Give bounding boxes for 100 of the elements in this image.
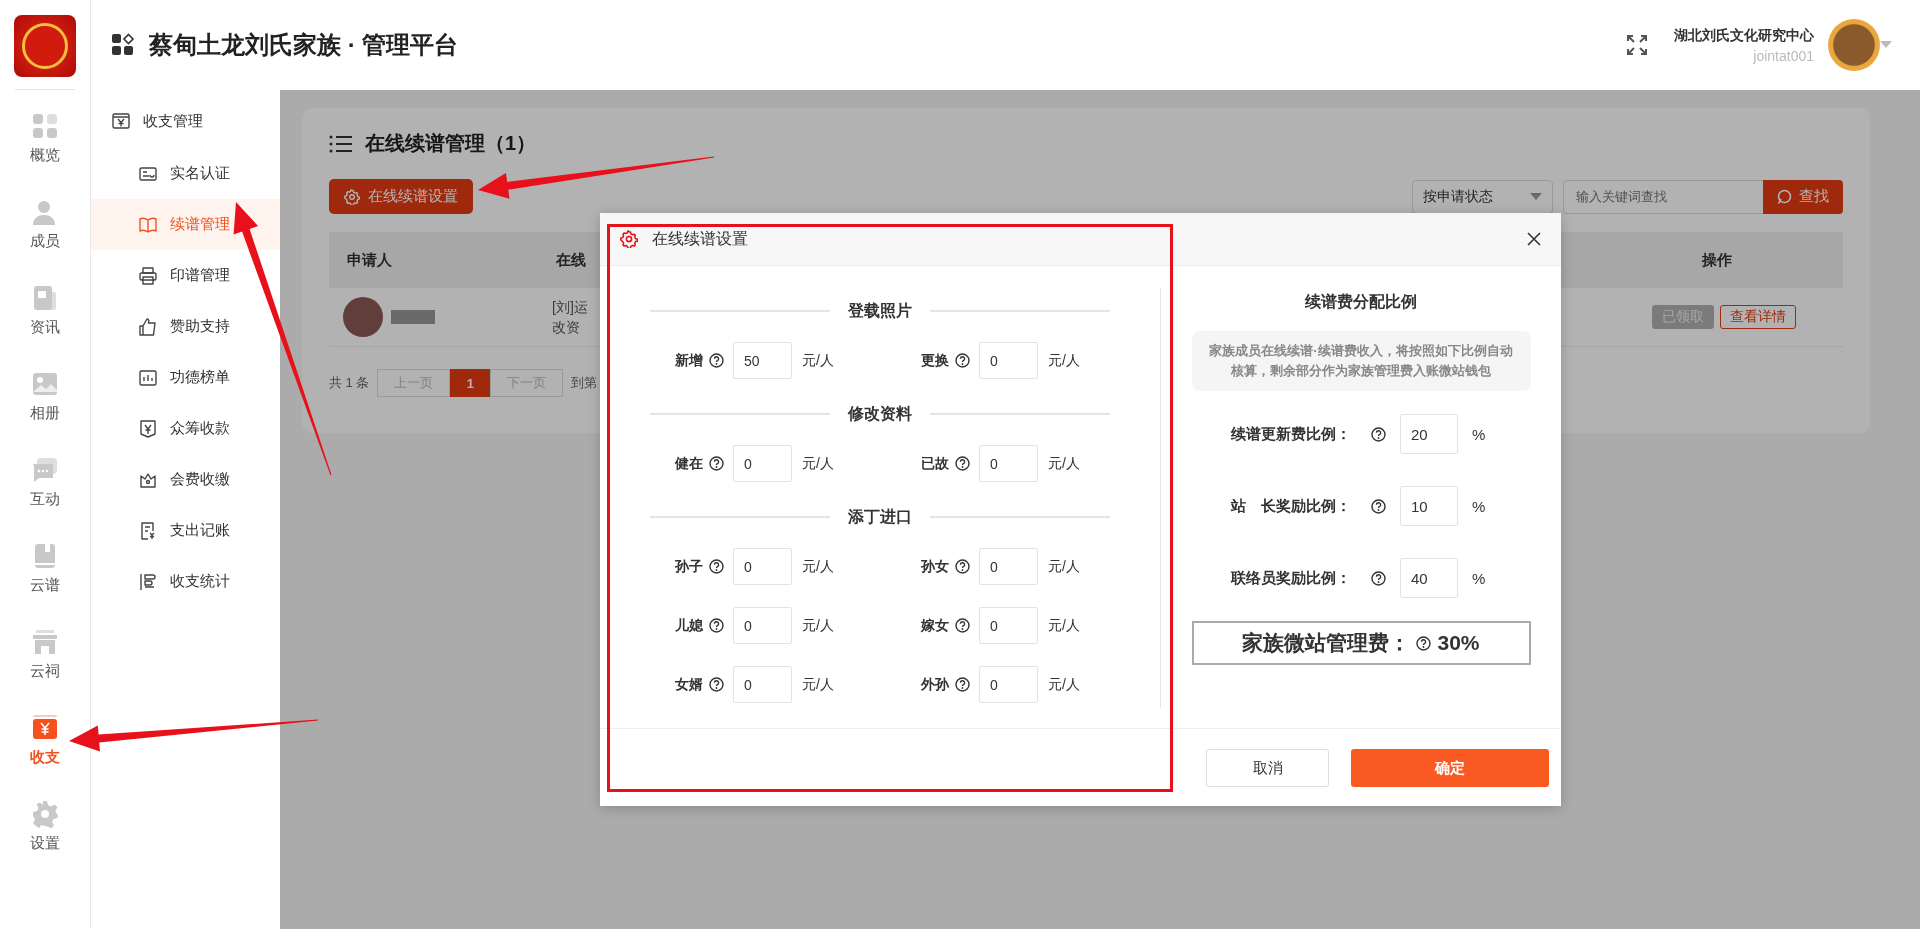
unit-label: 元/人 bbox=[802, 351, 834, 370]
column-header: 操作 bbox=[1592, 232, 1843, 288]
nav-item[interactable]: 资讯 bbox=[30, 282, 60, 368]
ratio-field[interactable]: 10 bbox=[1400, 486, 1458, 526]
wallet-icon bbox=[111, 111, 131, 131]
help-icon bbox=[955, 618, 970, 633]
help-icon bbox=[709, 618, 724, 633]
field-label: 更换 bbox=[921, 351, 949, 370]
menu-item[interactable]: 实名认证 bbox=[91, 148, 280, 199]
page-number[interactable]: 1 bbox=[450, 369, 491, 397]
settings-button[interactable]: 在线续谱设置 bbox=[329, 179, 473, 214]
help-icon bbox=[709, 353, 724, 368]
app-title: 蔡甸土龙刘氏家族 · 管理平台 bbox=[149, 30, 459, 60]
nav-item[interactable]: 云谱 bbox=[30, 540, 60, 626]
search-button[interactable]: 查找 bbox=[1763, 179, 1843, 214]
column-header: 申请人 bbox=[329, 232, 538, 288]
nav-item[interactable]: 云祠 bbox=[30, 626, 60, 712]
help-icon bbox=[1371, 426, 1386, 442]
amount-field[interactable]: 0 bbox=[733, 548, 792, 585]
list-icon bbox=[138, 571, 158, 592]
menu-item[interactable]: 支出记账 bbox=[91, 505, 280, 556]
document-icon bbox=[31, 284, 59, 312]
help-icon bbox=[709, 559, 724, 574]
amount-field[interactable]: 0 bbox=[979, 445, 1038, 482]
help-icon bbox=[709, 456, 724, 471]
amount-field[interactable]: 0 bbox=[733, 445, 792, 482]
chat-icon bbox=[31, 456, 59, 484]
info-note: 家族成员在线续谱·续谱费收入，将按照如下比例自动核算，剩余部分作为家族管理费入账微站钱包 bbox=[1191, 331, 1531, 391]
field-label: 外孙 bbox=[921, 675, 949, 694]
apps-icon bbox=[111, 33, 135, 57]
amount-field[interactable]: 0 bbox=[733, 607, 792, 644]
amount-field[interactable]: 0 bbox=[979, 666, 1038, 703]
nav-item[interactable]: 相册 bbox=[30, 368, 60, 454]
total-value: 30% bbox=[1437, 631, 1480, 655]
thumbs-up-icon bbox=[138, 316, 158, 337]
image-icon bbox=[31, 370, 59, 398]
cancel-button[interactable]: 取消 bbox=[1206, 749, 1329, 787]
action-button[interactable]: 查看详情 bbox=[1720, 305, 1796, 329]
page-title: 在线续谱管理（1） bbox=[365, 131, 537, 156]
ratio-field[interactable]: 40 bbox=[1400, 558, 1458, 598]
nav-item[interactable]: 互动 bbox=[30, 454, 60, 540]
unit-label: % bbox=[1472, 425, 1486, 443]
fullscreen-icon[interactable] bbox=[1626, 34, 1648, 56]
photo-placeholder bbox=[343, 297, 383, 337]
unit-label: 元/人 bbox=[1048, 454, 1080, 473]
grid-icon bbox=[31, 112, 59, 140]
field-label: 联络员奖励比例： bbox=[1231, 568, 1352, 588]
menu-group-label: 收支管理 bbox=[143, 111, 203, 131]
unit-label: 元/人 bbox=[802, 616, 834, 635]
ratio-field[interactable]: 20 bbox=[1400, 414, 1458, 454]
help-icon bbox=[1371, 498, 1386, 514]
list-icon bbox=[329, 133, 353, 154]
nav-item[interactable]: 概览 bbox=[30, 110, 60, 196]
org-name: 湖北刘氏文化研究中心 bbox=[1674, 26, 1814, 45]
yen-icon bbox=[31, 714, 59, 742]
help-icon bbox=[709, 677, 724, 692]
unit-label: 元/人 bbox=[1048, 675, 1080, 694]
gear-icon bbox=[344, 188, 360, 205]
field-label: 儿媳 bbox=[675, 616, 703, 635]
menu-item[interactable]: 赞助支持 bbox=[91, 301, 280, 352]
unit-label: % bbox=[1472, 497, 1486, 515]
search-field[interactable]: 输入关键词查找 bbox=[1563, 179, 1763, 214]
logo-image bbox=[14, 15, 76, 77]
menu-item[interactable]: 会费收缴 bbox=[91, 454, 280, 505]
unit-label: 元/人 bbox=[1048, 557, 1080, 576]
amount-field[interactable]: 0 bbox=[979, 342, 1038, 379]
unit-label: 元/人 bbox=[802, 675, 834, 694]
field-label: 续谱更新费比例： bbox=[1231, 424, 1352, 444]
bar-chart-icon bbox=[138, 367, 158, 388]
user-name: jointat001 bbox=[1753, 47, 1814, 64]
amount-field[interactable]: 0 bbox=[979, 548, 1038, 585]
field-label: 孙女 bbox=[921, 557, 949, 576]
avatar-image[interactable] bbox=[1828, 19, 1880, 71]
amount-field[interactable]: 0 bbox=[979, 607, 1038, 644]
section-heading: 修改资料 bbox=[848, 403, 912, 424]
field-label: 嫁女 bbox=[921, 616, 949, 635]
menu-item[interactable]: 印谱管理 bbox=[91, 250, 280, 301]
total-count: 共 1 条 bbox=[329, 374, 370, 392]
section-heading: 登载照片 bbox=[848, 300, 912, 321]
nav-item[interactable]: 成员 bbox=[30, 196, 60, 282]
menu-item[interactable]: 收支统计 bbox=[91, 556, 280, 607]
nav-item[interactable]: 设置 bbox=[30, 798, 60, 884]
amount-field[interactable]: 0 bbox=[733, 666, 792, 703]
amount-field[interactable]: 50 bbox=[733, 342, 792, 379]
field-label: 新增 bbox=[675, 351, 703, 370]
field-label: 站 长奖励比例： bbox=[1231, 496, 1352, 516]
table-cell-text: [刘]运 改资 bbox=[552, 298, 588, 337]
search-icon bbox=[1777, 188, 1793, 205]
unit-label: 元/人 bbox=[1048, 616, 1080, 635]
help-icon bbox=[955, 353, 970, 368]
blurred-name bbox=[391, 310, 435, 324]
total-label: 家族微站管理费： bbox=[1242, 630, 1411, 656]
menu-item[interactable]: 功德榜单 bbox=[91, 352, 280, 403]
close-button[interactable] bbox=[1527, 232, 1541, 246]
menu-item[interactable]: 众筹收款 bbox=[91, 403, 280, 454]
yen-shield-icon bbox=[138, 418, 158, 439]
field-label: 健在 bbox=[675, 454, 703, 473]
gear-icon bbox=[620, 230, 638, 248]
help-icon bbox=[955, 559, 970, 574]
unit-label: % bbox=[1472, 569, 1486, 587]
